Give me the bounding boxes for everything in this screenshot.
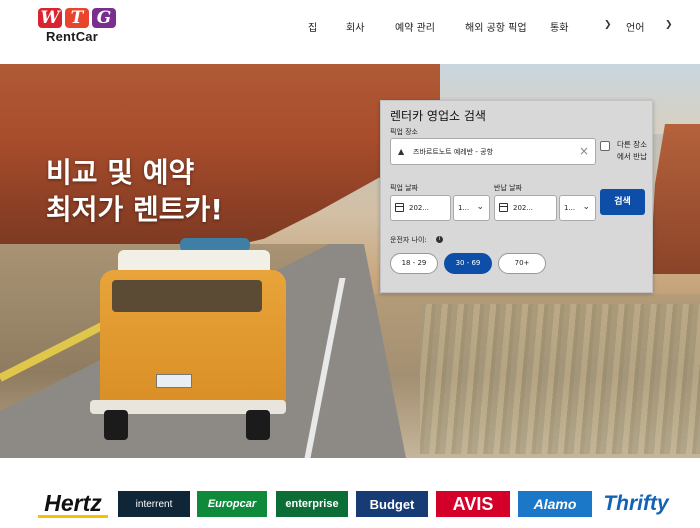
brand-logo-interrent: interrent <box>118 491 190 517</box>
return-date-value: 202... <box>513 204 534 212</box>
chevron-down-icon: ⌄ <box>476 202 484 212</box>
return-date-field[interactable]: 202... <box>494 195 557 221</box>
age-option-30-69[interactable]: 30 - 69 <box>444 253 492 274</box>
brand-logo-enterprise: enterprise <box>276 491 348 517</box>
pickup-time-value: 1... <box>458 204 470 212</box>
pickup-location-value: 즈바르트노트 예레반 - 공항 <box>413 148 494 156</box>
hero-title-line1: 비교 및 예약 <box>46 156 195 189</box>
logo-letter-w: W <box>38 8 62 28</box>
brand-logo-avis: AVIS <box>436 491 510 517</box>
location-arrow-icon: ▲ <box>398 147 405 156</box>
currency-select[interactable]: 통화 <box>550 19 568 34</box>
hero-cliff-right <box>650 124 700 274</box>
language-select[interactable]: 언어 <box>626 19 644 34</box>
brand-logo-europcar: Europcar <box>197 491 267 517</box>
search-panel: 렌터카 영업소 검색 픽업 장소 ▲ 즈바르트노트 예레반 - 공항 × 다른 … <box>380 100 653 293</box>
page: W T G RentCar 집 회사 예약 관리 해외 공항 픽업 통화 ❯ 언… <box>0 0 700 528</box>
age-option-18-29[interactable]: 18 - 29 <box>390 253 438 274</box>
hero-title: 비교 및 예약 최저가 렌트카! <box>46 154 223 228</box>
hero-shrubs <box>420 304 700 454</box>
language-chevron-down-icon[interactable]: ❯ <box>665 20 673 30</box>
calendar-icon <box>499 203 508 212</box>
pickup-time-field[interactable]: 1... ⌄ <box>453 195 490 221</box>
different-return-label: 다른 장소에서 반납 <box>617 140 647 161</box>
hero-van-image <box>90 238 290 450</box>
search-button[interactable]: 검색 <box>600 189 645 215</box>
hero-title-line2: 최저가 렌트카! <box>46 193 224 226</box>
logo-letter-g: G <box>92 8 116 28</box>
brand-logo-alamo: Alamo <box>518 491 592 517</box>
age-option-70-plus[interactable]: 70+ <box>498 253 546 274</box>
pickup-date-field[interactable]: 202... <box>390 195 451 221</box>
return-time-value: 1... <box>564 204 576 212</box>
header: W T G RentCar 집 회사 예약 관리 해외 공항 픽업 통화 ❯ 언… <box>0 0 700 64</box>
chevron-down-icon: ⌄ <box>582 202 590 212</box>
search-panel-title: 렌터카 영업소 검색 <box>390 109 486 123</box>
different-return-checkbox[interactable] <box>600 141 610 151</box>
brand-logo-thrifty: Thrifty <box>603 492 669 515</box>
currency-chevron-down-icon[interactable]: ❯ <box>604 20 612 30</box>
calendar-icon <box>395 203 404 212</box>
nav-item-airport-pickup[interactable]: 해외 공항 픽업 <box>465 19 527 34</box>
logo[interactable]: W T G RentCar <box>38 8 120 48</box>
logo-brand-text: RentCar <box>46 29 98 44</box>
clear-icon[interactable]: × <box>579 144 589 158</box>
driver-age-label: 운전자 나이: <box>390 236 427 244</box>
nav-item-manage-booking[interactable]: 예약 관리 <box>395 19 435 34</box>
return-time-field[interactable]: 1... ⌄ <box>559 195 596 221</box>
nav-item-home[interactable]: 집 <box>308 19 317 34</box>
nav-item-company[interactable]: 회사 <box>346 19 364 34</box>
return-date-label: 반납 날짜 <box>494 184 522 192</box>
brand-strip: Hertz interrent Europcar enterprise Budg… <box>0 458 700 528</box>
brand-logo-hertz: Hertz <box>38 490 108 518</box>
pickup-location-label: 픽업 장소 <box>390 128 418 136</box>
logo-letter-t: T <box>65 8 89 28</box>
pickup-location-input[interactable]: ▲ 즈바르트노트 예레반 - 공항 × <box>390 138 596 165</box>
pickup-date-value: 202... <box>409 204 430 212</box>
pickup-date-label: 픽업 날짜 <box>390 184 418 192</box>
info-icon[interactable]: i <box>436 236 443 243</box>
brand-logo-budget: Budget <box>356 491 428 517</box>
